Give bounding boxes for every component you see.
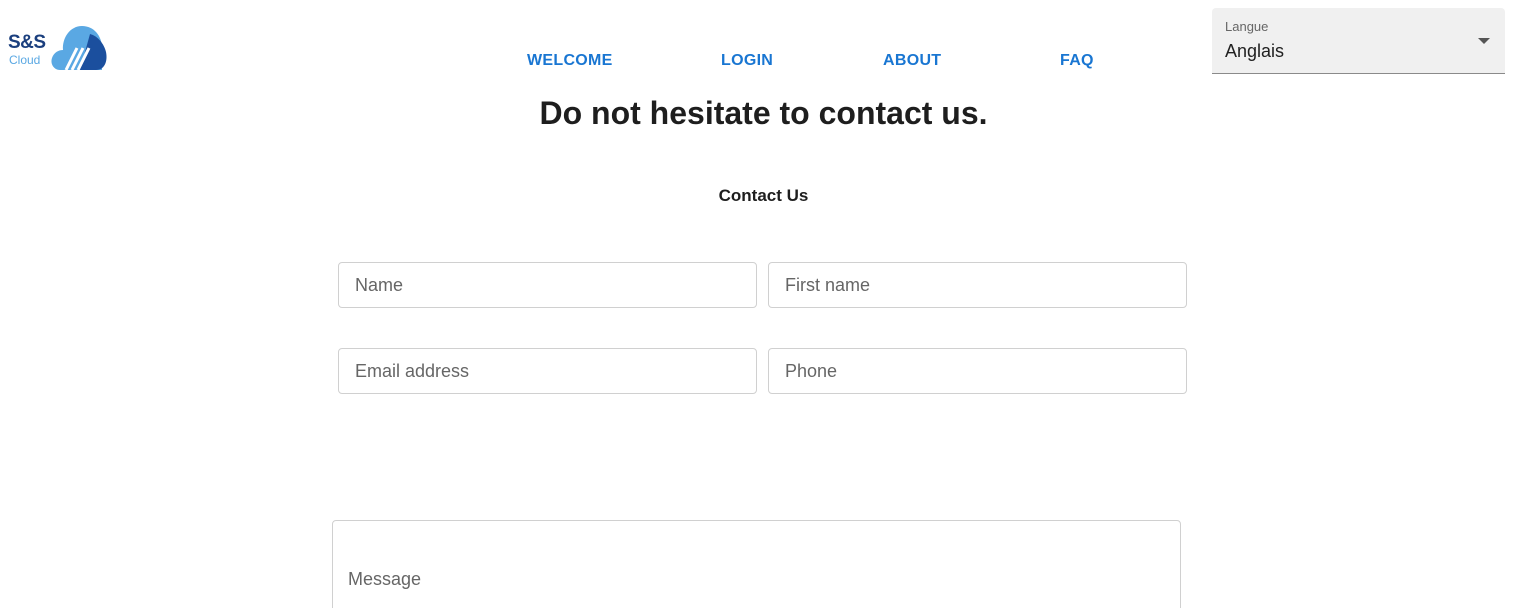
logo-subtitle: Cloud [9,53,41,67]
language-select-value: Anglais [1225,41,1285,61]
nav-item-faq[interactable]: FAQ [1060,52,1094,70]
name-input[interactable] [338,262,757,308]
nav-item-welcome[interactable]: WELCOME [527,52,613,70]
language-select-label: Langue [1225,19,1269,34]
phone-input[interactable] [768,348,1187,394]
cloud-logo-icon [51,26,107,71]
email-input[interactable] [338,348,757,394]
language-select[interactable]: Langue Anglais [1212,8,1505,74]
logo-title: S&S [8,32,46,53]
page-title: Do not hesitate to contact us. [539,95,988,131]
nav-item-about[interactable]: ABOUT [883,52,941,70]
brand-logo[interactable]: S&S Cloud [8,20,107,72]
first-name-input[interactable] [768,262,1187,308]
message-textarea[interactable] [332,520,1181,608]
nav-item-login[interactable]: LOGIN [721,52,773,70]
caret-down-icon [1478,38,1490,44]
contact-form-title: Contact Us [718,186,809,205]
contact-page: S&S Cloud WELCOME LOGIN ABOUT FAQ Langue… [0,0,1527,608]
